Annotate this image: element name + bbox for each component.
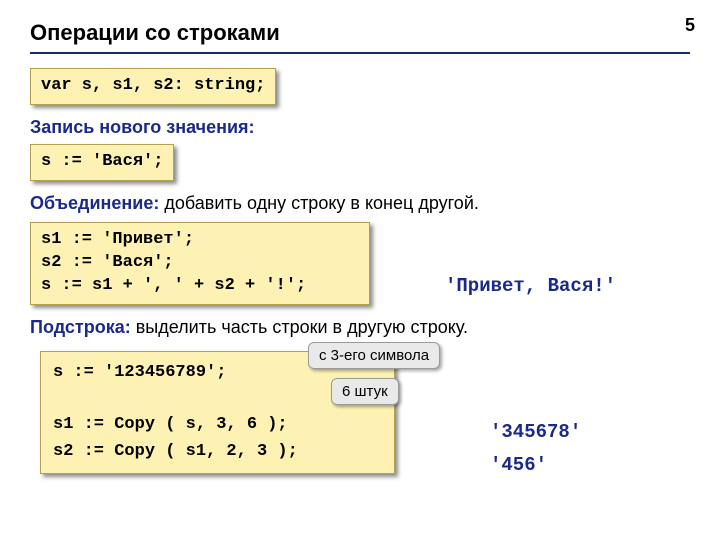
callout-count: 6 штук: [331, 378, 399, 405]
code-substr: s := '123456789'; s1 := Copy ( s, 3, 6 )…: [40, 351, 395, 474]
heading-assign: Запись нового значения:: [30, 117, 690, 138]
title-underline: [30, 52, 690, 54]
result-substr-1: '345678': [490, 421, 581, 443]
heading-substr: Подстрока: выделить часть строки в другу…: [30, 317, 690, 338]
result-substr-2: '456': [490, 454, 547, 476]
heading-concat-text: добавить одну строку в конец другой.: [159, 193, 479, 213]
heading-concat-lead: Объединение:: [30, 193, 159, 213]
code-concat: s1 := 'Привет'; s2 := 'Вася'; s := s1 + …: [30, 222, 370, 305]
page-number: 5: [685, 15, 695, 36]
result-concat: 'Привет, Вася!': [445, 275, 616, 297]
callout-from-char: с 3-его символа: [308, 342, 440, 369]
heading-concat: Объединение: добавить одну строку в коне…: [30, 193, 690, 214]
heading-substr-text: выделить часть строки в другую строку.: [131, 317, 468, 337]
heading-substr-lead: Подстрока:: [30, 317, 131, 337]
code-assign: s := 'Вася';: [30, 144, 174, 181]
code-declaration: var s, s1, s2: string;: [30, 68, 276, 105]
page-title: Операции со строками: [30, 20, 690, 46]
